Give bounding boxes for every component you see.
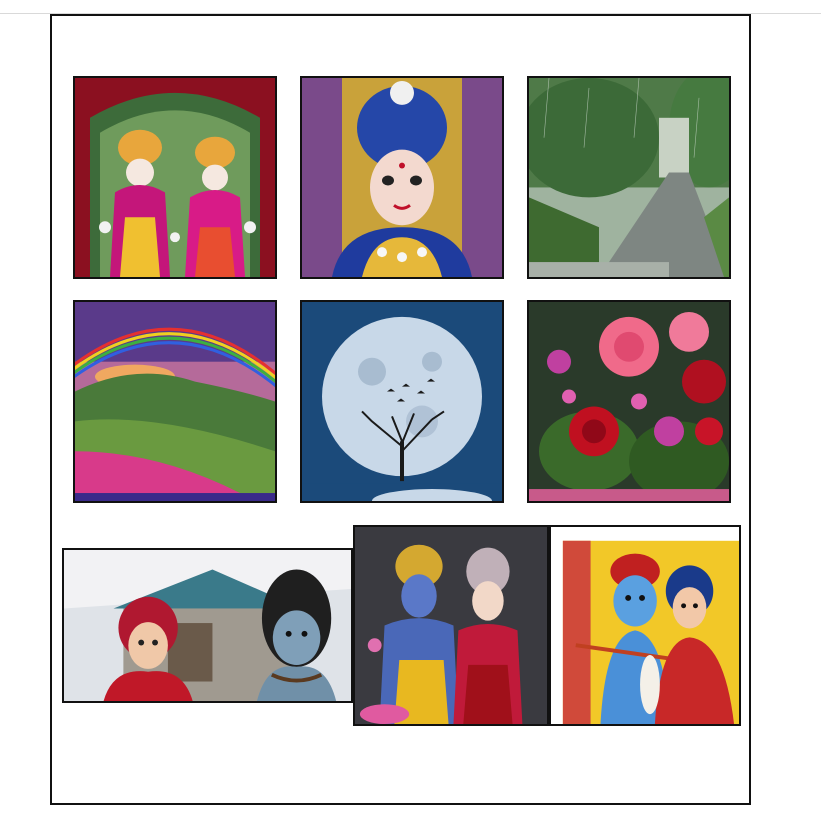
photo-full-moon-tree-birds[interactable] [300, 300, 504, 503]
photo-radha-krishna-painting[interactable] [549, 525, 741, 726]
photo-rainy-forest-road[interactable] [527, 76, 731, 279]
photo-double-rainbow-meadow[interactable] [73, 300, 277, 503]
photo-radha-krishna-idols[interactable] [73, 76, 277, 279]
photo-parvati-shiva-temple[interactable] [62, 548, 353, 703]
photo-rose-bouquet[interactable] [527, 300, 731, 503]
photo-vishnu-lakshmi-idols[interactable] [353, 525, 549, 726]
photo-krishna-idol-blue-turban[interactable] [300, 76, 504, 279]
